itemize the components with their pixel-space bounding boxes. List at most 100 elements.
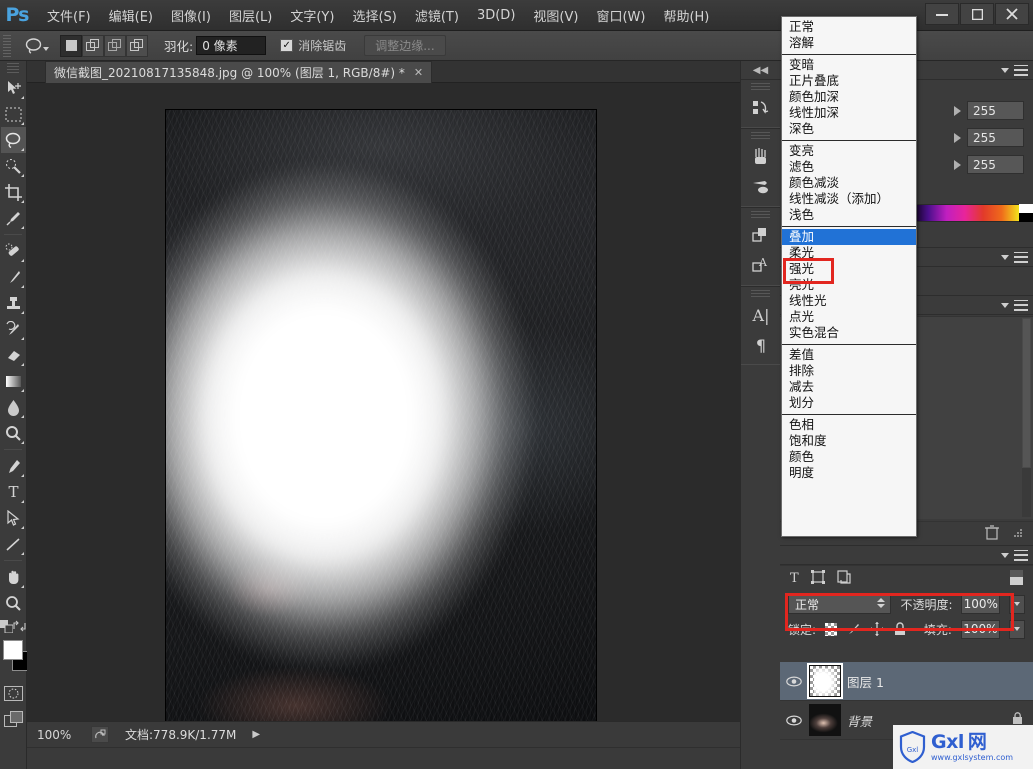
blend-item-hard-light[interactable]: 强光: [782, 261, 916, 277]
document-info-icon[interactable]: [91, 726, 109, 743]
minimize-button[interactable]: [925, 3, 959, 25]
blend-item-linear-light[interactable]: 线性光: [782, 293, 916, 309]
blend-item-hard-mix[interactable]: 实色混合: [782, 325, 916, 341]
path-selection-tool[interactable]: [1, 505, 26, 531]
hand-tool[interactable]: [1, 564, 26, 590]
blend-item-soft-light[interactable]: 柔光: [782, 245, 916, 261]
dock-grip-1[interactable]: [751, 83, 770, 91]
line-tool[interactable]: [1, 531, 26, 557]
layer-thumbnail[interactable]: [809, 704, 841, 736]
blend-item-subtract[interactable]: 减去: [782, 379, 916, 395]
color-spectrum-ramp[interactable]: [909, 204, 1033, 222]
subtract-from-selection-button[interactable]: [104, 34, 126, 57]
clone-source-panel-icon[interactable]: [741, 172, 781, 202]
blend-item-color[interactable]: 颜色: [782, 449, 916, 465]
channels-panel-icon[interactable]: [741, 221, 781, 251]
blend-item-darken[interactable]: 变暗: [782, 57, 916, 73]
swap-colors-icon[interactable]: [13, 620, 26, 632]
blend-mode-select[interactable]: 正常: [788, 594, 892, 614]
expand-panels-icon[interactable]: ◀◀: [741, 61, 780, 79]
move-tool-expand-icon[interactable]: [21, 93, 24, 99]
opacity-value[interactable]: 100%: [961, 594, 1000, 614]
gradient-tool-expand-icon[interactable]: [21, 386, 24, 392]
blend-item-screen[interactable]: 滤色: [782, 159, 916, 175]
close-button[interactable]: [995, 3, 1029, 25]
menu-window[interactable]: 窗口(W): [587, 2, 654, 29]
fill-dropdown-icon[interactable]: [1008, 619, 1026, 639]
red-value[interactable]: 255: [967, 101, 1024, 120]
dodge-tool-expand-icon[interactable]: [21, 438, 24, 444]
dock-grip-3[interactable]: [751, 211, 770, 219]
lock-position-icon[interactable]: [869, 622, 884, 637]
document-canvas[interactable]: [165, 109, 597, 724]
blend-item-dissolve[interactable]: 溶解: [782, 35, 916, 51]
blend-mode-dropdown-menu[interactable]: 正常 溶解 变暗 正片叠底 颜色加深 线性加深 深色 变亮 滤色 颜色减淡 线性…: [781, 16, 917, 537]
character-panel-icon[interactable]: A|: [741, 300, 781, 330]
marquee-tool-expand-icon[interactable]: [21, 119, 24, 125]
brush-panel-icon[interactable]: [741, 142, 781, 172]
screen-mode-button[interactable]: [1, 706, 26, 732]
dock-grip-4[interactable]: [751, 290, 770, 298]
blend-item-lighten[interactable]: 变亮: [782, 143, 916, 159]
status-expand-arrow-icon[interactable]: ▶: [252, 729, 260, 740]
menu-file[interactable]: 文件(F): [38, 2, 100, 29]
eraser-tool-expand-icon[interactable]: [21, 360, 24, 366]
pen-tool-expand-icon[interactable]: [21, 471, 24, 477]
blend-item-difference[interactable]: 差值: [782, 347, 916, 363]
panel-menu-icon[interactable]: [1014, 251, 1028, 263]
blend-item-linear-dodge[interactable]: 线性减淡（添加）: [782, 191, 916, 207]
quick-selection-tool[interactable]: [1, 153, 26, 179]
eraser-tool[interactable]: [1, 342, 26, 368]
panel-menu-icon[interactable]: [1014, 64, 1028, 76]
menu-type[interactable]: 文字(Y): [281, 2, 343, 29]
menu-layer[interactable]: 图层(L): [220, 2, 281, 29]
layer-row-1[interactable]: 图层 1: [780, 662, 1033, 701]
menu-edit[interactable]: 编辑(E): [100, 2, 162, 29]
eye-icon[interactable]: [785, 675, 803, 687]
menu-help[interactable]: 帮助(H): [654, 2, 718, 29]
tool-preset-caret-icon[interactable]: [43, 46, 49, 51]
blend-item-divide[interactable]: 划分: [782, 395, 916, 411]
history-brush-tool-expand-icon[interactable]: [21, 334, 24, 340]
options-bar-grip[interactable]: [3, 34, 11, 57]
layer-thumbnail[interactable]: [807, 663, 843, 699]
green-value[interactable]: 255: [967, 128, 1024, 147]
crop-tool[interactable]: [1, 179, 26, 205]
feather-input[interactable]: 0 像素: [196, 36, 267, 55]
antialias-checkbox[interactable]: ✓: [280, 39, 294, 52]
zoom-tool[interactable]: [1, 590, 26, 616]
brush-tool-expand-icon[interactable]: [21, 282, 24, 288]
add-to-selection-button[interactable]: [82, 34, 104, 57]
filter-shape-icon[interactable]: [810, 570, 825, 587]
blend-item-pin-light[interactable]: 点光: [782, 309, 916, 325]
clone-stamp-tool[interactable]: [1, 290, 26, 316]
opacity-dropdown-icon[interactable]: [1008, 594, 1025, 614]
paths-panel-icon[interactable]: A: [741, 251, 781, 281]
healing-brush-tool-expand-icon[interactable]: [21, 256, 24, 262]
type-tool-expand-icon[interactable]: [21, 497, 24, 503]
healing-brush-tool[interactable]: [1, 238, 26, 264]
menu-select[interactable]: 选择(S): [343, 2, 405, 29]
slider-handle-icon[interactable]: [954, 132, 961, 143]
blur-tool-expand-icon[interactable]: [21, 412, 24, 418]
lock-transparent-pixels-icon[interactable]: [825, 622, 838, 636]
blend-item-overlay[interactable]: 叠加: [782, 229, 916, 245]
quick-mask-button[interactable]: [1, 680, 26, 706]
menu-image[interactable]: 图像(I): [162, 2, 220, 29]
gradient-tool[interactable]: [1, 368, 26, 394]
blend-item-luminosity[interactable]: 明度: [782, 465, 916, 481]
blend-item-color-burn[interactable]: 颜色加深: [782, 89, 916, 105]
dodge-tool[interactable]: [1, 420, 26, 446]
filter-toggle-icon[interactable]: [1010, 569, 1023, 588]
blue-value[interactable]: 255: [967, 155, 1024, 174]
layer-name[interactable]: 图层 1: [847, 672, 884, 691]
menu-3d[interactable]: 3D(D): [468, 4, 524, 27]
close-icon[interactable]: ✕: [414, 66, 423, 79]
hand-tool-expand-icon[interactable]: [21, 582, 24, 588]
eyedropper-tool-expand-icon[interactable]: [21, 223, 24, 229]
blend-item-hue[interactable]: 色相: [782, 417, 916, 433]
blur-tool[interactable]: [1, 394, 26, 420]
clone-stamp-tool-expand-icon[interactable]: [21, 308, 24, 314]
maximize-button[interactable]: [960, 3, 994, 25]
panel-menu-icon[interactable]: [1014, 299, 1028, 311]
